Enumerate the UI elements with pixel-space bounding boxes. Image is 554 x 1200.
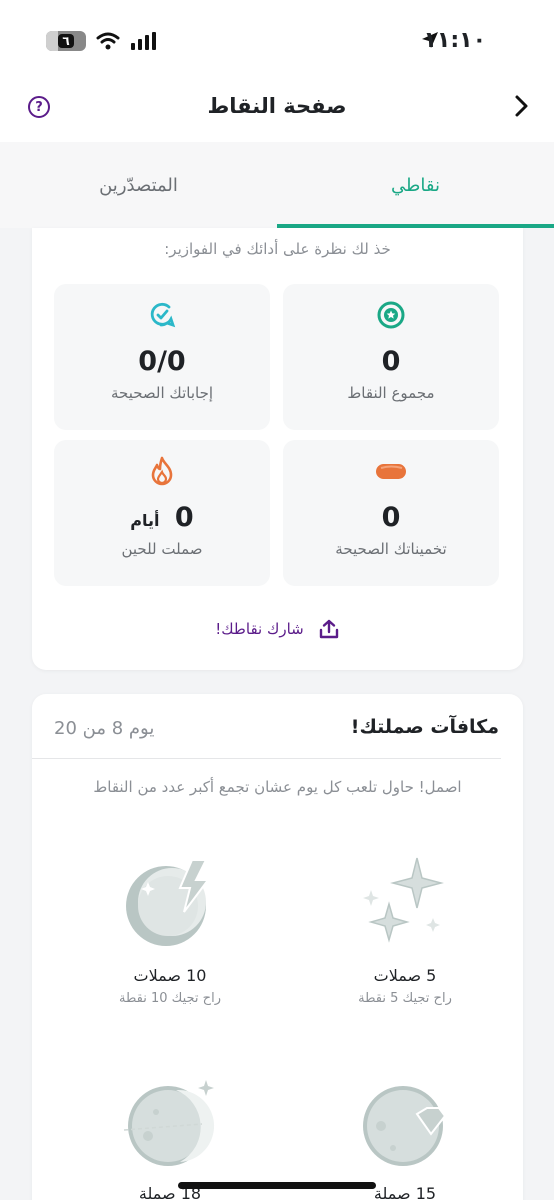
- sparkles-icon: [363, 857, 444, 943]
- rewards-description: اصمل! حاول تلعب كل يوم عشان تجمع أكبر عد…: [93, 778, 462, 796]
- moon-lightning-icon: [126, 859, 210, 946]
- stat-label: إجاباتك الصحيحة: [110, 384, 214, 402]
- tab-label: نقاطي: [391, 174, 440, 196]
- share-icon: [319, 619, 338, 639]
- tab-my-points[interactable]: نقاطي: [277, 142, 554, 228]
- tab-bar: نقاطي المتصدّرين: [0, 142, 554, 228]
- status-time: ١١:١٠: [423, 28, 486, 53]
- reward-subtitle: راح تجيك 5 نقطة: [358, 991, 452, 1006]
- stat-streak: 0 أيام صملت للحين: [54, 440, 270, 586]
- date-fruit-icon: [376, 464, 406, 479]
- reward-title: 5 صملات: [373, 966, 437, 985]
- wifi-icon: [96, 32, 120, 50]
- back-chevron-icon[interactable]: [508, 92, 536, 120]
- reward-10-streaks: 10 صملات راح تجيك 10 نقطة: [70, 856, 270, 1006]
- stat-value: 0: [381, 346, 401, 377]
- stat-value: 0/0: [138, 346, 186, 377]
- stat-label: صملت للحين: [121, 540, 203, 558]
- home-indicator: [178, 1182, 376, 1189]
- stat-value: 0: [381, 502, 401, 533]
- status-bar: ٦ ١١:١٠: [0, 0, 554, 84]
- reward-title: 10 صملات: [133, 966, 207, 985]
- divider: [32, 758, 501, 759]
- signal-icon: [131, 32, 156, 50]
- star-badge-icon: [377, 301, 405, 329]
- stat-label: تخميناتك الصحيحة: [335, 540, 447, 558]
- reward-5-streaks: 5 صملات راح تجيك 5 نقطة: [305, 856, 505, 1006]
- moon-crescent-icon: [123, 1080, 215, 1166]
- stat-total-points: 0 مجموع النقاط: [283, 284, 499, 430]
- tab-label: المتصدّرين: [99, 174, 178, 196]
- status-icons: ٦: [46, 30, 158, 52]
- stat-correct-answers: 0/0 إجاباتك الصحيحة: [54, 284, 270, 430]
- stat-correct-guesses: 0 تخميناتك الصحيحة: [283, 440, 499, 586]
- rewards-title: مكافآت صملتك!: [350, 716, 499, 738]
- share-label: شارك نقاطك!: [215, 620, 304, 638]
- page-title: صفحة النقاط: [207, 94, 347, 118]
- share-button[interactable]: شارك نقاطك!: [32, 618, 523, 640]
- stat-label: مجموع النقاط: [347, 384, 435, 402]
- stat-value: 0 أيام: [54, 502, 270, 533]
- reward-subtitle: راح تجيك 10 نقطة: [119, 991, 221, 1006]
- battery-level: ٦: [58, 34, 74, 48]
- battery-icon: ٦: [46, 31, 86, 51]
- rewards-progress: يوم 8 من 20: [54, 718, 155, 739]
- chat-check-icon: [150, 302, 176, 328]
- app-header: ? صفحة النقاط: [0, 84, 554, 142]
- moon-diamond-icon: [363, 1086, 449, 1166]
- stats-subtitle: خذ لك نظرة على أدائك في الفوازير:: [164, 240, 391, 258]
- stat-number: 0: [174, 502, 194, 533]
- rewards-card: مكافآت صملتك! يوم 8 من 20 اصمل! حاول تلع…: [32, 694, 523, 1200]
- stat-unit: أيام: [130, 511, 160, 530]
- flame-icon: [151, 456, 173, 486]
- stats-card: خذ لك نظرة على أدائك في الفوازير: 0 مجمو…: [32, 228, 523, 670]
- tab-leaderboard[interactable]: المتصدّرين: [0, 142, 277, 228]
